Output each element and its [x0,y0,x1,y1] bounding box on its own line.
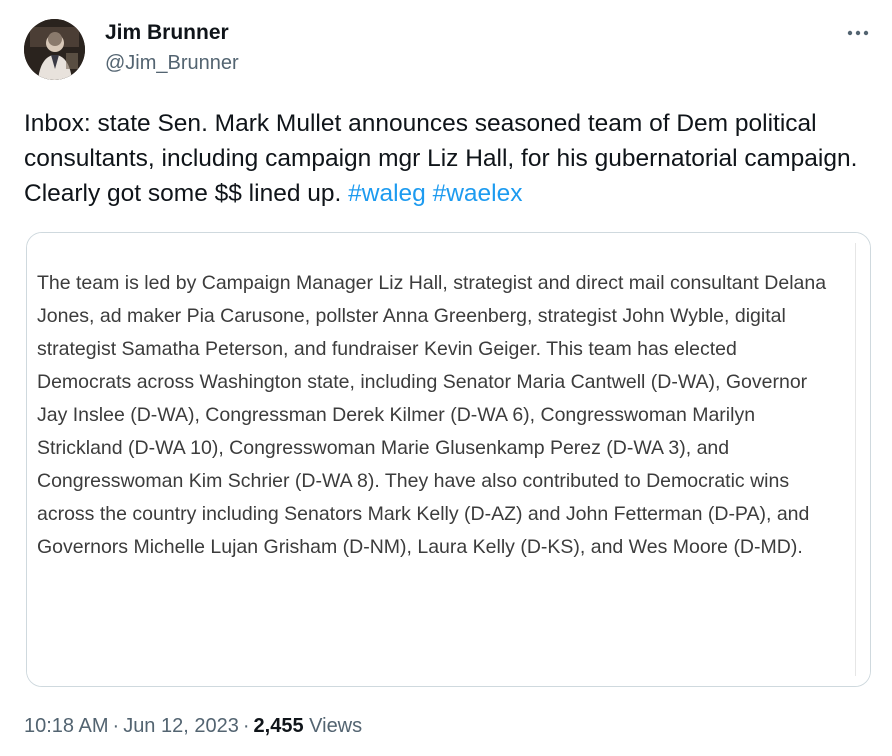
profile-photo-icon [24,19,85,80]
views-count: 2,455 [253,715,304,737]
hashtag-waelex[interactable]: #waelex [433,180,523,207]
media-image[interactable]: The team is led by Campaign Manager Liz … [26,232,871,687]
tweet-metadata: 10:18 AM · Jun 12, 2023 · 2,455 Views [24,712,362,740]
views-label: Views [309,715,363,737]
media-screenshot: The team is led by Campaign Manager Liz … [27,233,870,686]
separator: · [242,715,250,737]
more-options-button[interactable] [838,20,878,46]
tweet-date: Jun 12, 2023 [123,715,239,737]
avatar[interactable] [24,19,85,80]
separator: · [112,715,120,737]
media-scrollbar [855,243,864,676]
more-horizontal-icon [847,30,869,36]
author-display-name[interactable]: Jim Brunner [105,21,229,45]
tweet-text: Inbox: state Sen. Mark Mullet announces … [24,106,884,211]
hashtag-waleg[interactable]: #waleg [348,180,426,207]
tweet-time: 10:18 AM [24,715,109,737]
tweet-timestamp[interactable]: 10:18 AM · Jun 12, 2023 [24,715,239,737]
author-handle[interactable]: @Jim_Brunner [105,51,239,75]
views-link[interactable]: 2,455 Views [254,715,363,737]
media-screenshot-text: The team is led by Campaign Manager Liz … [37,272,827,558]
